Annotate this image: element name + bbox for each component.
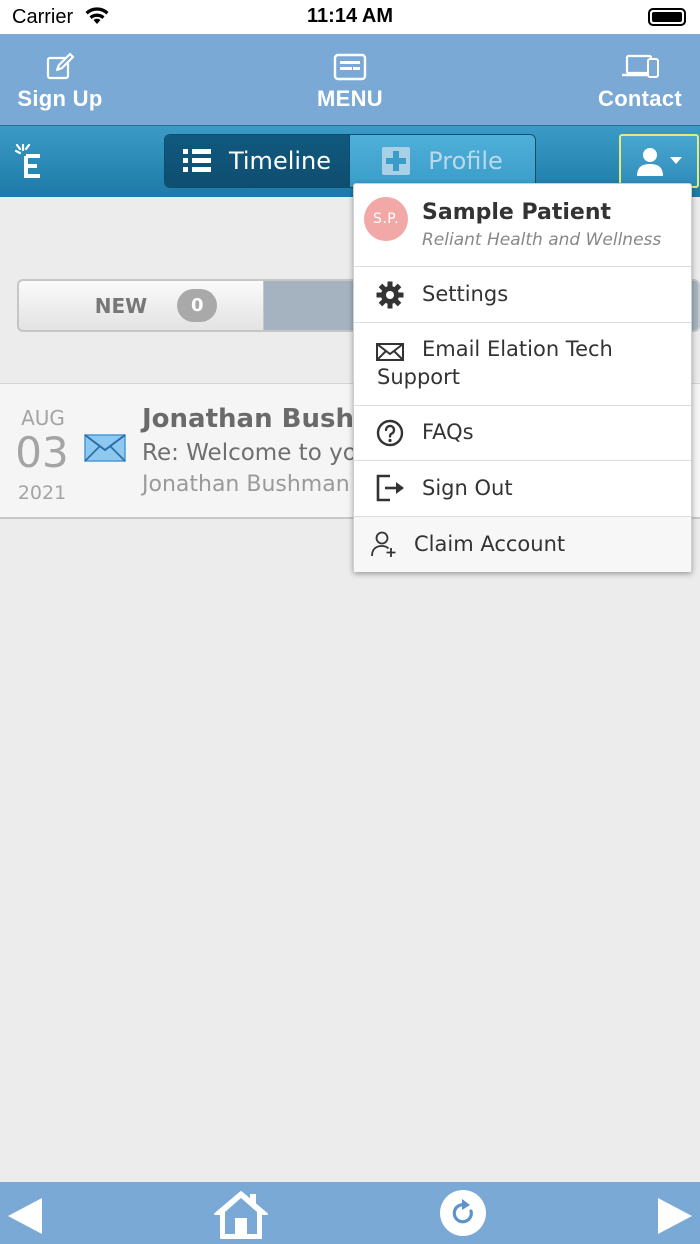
menu-item-email-support[interactable]: Email Elation Tech Support [354, 323, 691, 406]
menu-button[interactable]: MENU [300, 34, 400, 125]
status-bar: Carrier 11:14 AM [0, 0, 700, 34]
mail-icon [376, 343, 404, 361]
top-nav: Sign Up MENU Contact [0, 34, 700, 125]
refresh-icon[interactable] [439, 1189, 487, 1237]
menu-item-email-label: Email Elation Tech [422, 337, 613, 361]
avatar: S.P. [364, 197, 408, 241]
medical-cross-icon [382, 147, 411, 175]
list-icon [182, 149, 211, 172]
filter-new-button[interactable]: NEW 0 [19, 281, 264, 330]
battery-icon [648, 8, 686, 26]
home-icon[interactable] [212, 1188, 270, 1240]
caret-down-icon [670, 157, 682, 164]
tab-profile[interactable]: Profile [349, 135, 535, 187]
user-icon [637, 148, 663, 176]
new-count-badge: 0 [177, 289, 218, 322]
menu-item-settings[interactable]: Settings [354, 267, 691, 323]
devices-icon [622, 54, 659, 78]
message-year: 2021 [17, 482, 67, 504]
back-arrow-icon[interactable] [6, 1196, 44, 1236]
contact-label: Contact [598, 86, 682, 111]
menu-label: MENU [317, 86, 383, 111]
sign-up-button[interactable]: Sign Up [10, 34, 110, 125]
elation-logo-icon[interactable] [14, 142, 48, 180]
message-day: 03 [15, 428, 69, 477]
user-name: Sample Patient [422, 200, 612, 225]
user-add-icon [371, 531, 396, 557]
bottom-toolbar [0, 1182, 700, 1244]
sign-out-icon [376, 474, 404, 502]
menu-item-faqs[interactable]: FAQs [354, 406, 691, 461]
contact-button[interactable]: Contact [590, 34, 690, 125]
tab-profile-label: Profile [428, 147, 503, 175]
user-dropdown-menu: S.P. Sample Patient Reliant Health and W… [353, 183, 692, 572]
menu-item-sign-out-label: Sign Out [422, 476, 513, 500]
menu-item-email-label-line2: Support [377, 365, 461, 389]
message-from: Jonathan Bushn [142, 404, 373, 434]
tab-timeline[interactable]: Timeline [165, 135, 349, 187]
filter-new-label: NEW [94, 293, 148, 318]
forward-arrow-icon[interactable] [656, 1196, 694, 1236]
message-subject: Re: Welcome to you [142, 440, 372, 466]
gear-icon [376, 281, 404, 309]
clock: 11:14 AM [307, 5, 393, 27]
menu-card-icon [333, 53, 367, 81]
user-organization: Reliant Health and Wellness [422, 230, 662, 250]
sign-up-label: Sign Up [17, 86, 103, 111]
help-circle-icon [376, 419, 404, 447]
message-sender: Jonathan Bushman [142, 472, 350, 497]
menu-item-claim-account[interactable]: Claim Account [354, 517, 691, 572]
message-month: AUG [21, 406, 65, 430]
edit-icon [46, 52, 75, 80]
user-menu-button[interactable] [619, 134, 699, 188]
menu-item-settings-label: Settings [422, 282, 509, 306]
menu-item-faqs-label: FAQs [422, 420, 474, 444]
envelope-icon [84, 434, 126, 462]
view-switcher: Timeline Profile [164, 134, 536, 188]
menu-item-sign-out[interactable]: Sign Out [354, 461, 691, 517]
user-profile-header: S.P. Sample Patient Reliant Health and W… [354, 184, 691, 267]
menu-item-claim-account-label: Claim Account [414, 532, 566, 556]
tab-timeline-label: Timeline [228, 147, 332, 175]
